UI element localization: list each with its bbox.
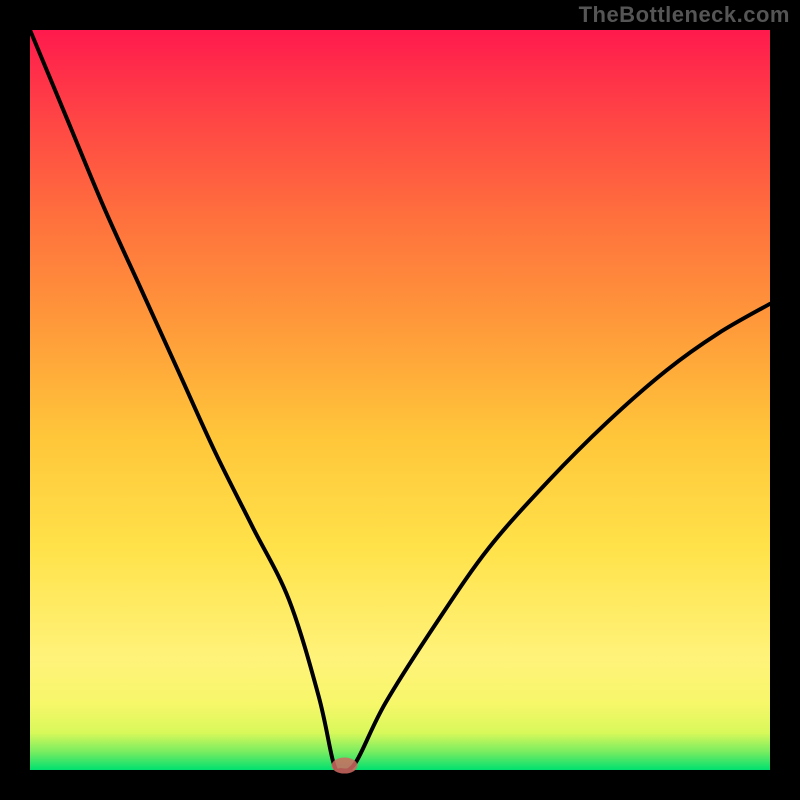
optimal-point-marker	[332, 758, 358, 774]
plot-background	[30, 30, 770, 770]
watermark-label: TheBottleneck.com	[579, 2, 790, 28]
bottleneck-chart	[0, 0, 800, 800]
chart-frame: TheBottleneck.com	[0, 0, 800, 800]
